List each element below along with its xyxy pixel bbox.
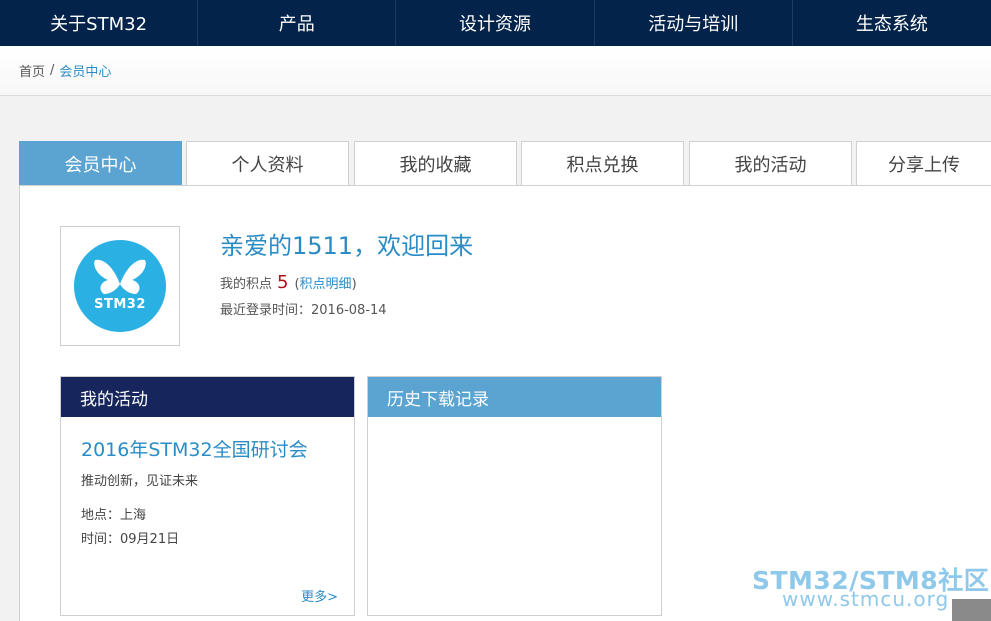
tab-profile[interactable]: 个人资料: [186, 141, 349, 186]
points-detail-link[interactable]: 积点明细: [300, 273, 352, 292]
tab-my-activities[interactable]: 我的活动: [689, 141, 852, 186]
event-subtitle: 推动创新，见证未来: [81, 474, 199, 489]
nav-item-products[interactable]: 产品: [198, 0, 397, 46]
points-label: 我的积点: [220, 277, 273, 292]
top-navigation: 关于STM32 产品 设计资源 活动与培训 生态系统: [0, 0, 991, 46]
tab-favorites[interactable]: 我的收藏: [354, 141, 517, 186]
tab-points-exchange[interactable]: 积点兑换: [521, 141, 684, 186]
my-activities-card-title: 我的活动: [61, 377, 354, 417]
breadcrumb-home-link[interactable]: 首页: [19, 61, 45, 80]
points-value: 5: [277, 272, 289, 293]
welcome-message: 亲爱的1511，欢迎回来: [220, 232, 474, 260]
breadcrumb: 首页 / 会员中心: [0, 46, 991, 96]
event-title-link[interactable]: 2016年STM32全国研讨会: [81, 435, 308, 462]
butterfly-icon: [94, 259, 146, 294]
my-activities-card: 我的活动 2016年STM32全国研讨会 推动创新，见证未来 地点：上海 时间：…: [60, 376, 355, 616]
points-paren-close: ): [351, 277, 357, 292]
avatar-text: STM32: [94, 297, 146, 312]
breadcrumb-current[interactable]: 会员中心: [59, 61, 111, 80]
download-history-card: 历史下载记录: [367, 376, 662, 616]
points-line: 我的积点 5 ( 积点明细 ): [220, 272, 357, 293]
member-tabs: 会员中心 个人资料 我的收藏 积点兑换 我的活动 分享上传: [19, 141, 991, 186]
breadcrumb-separator: /: [50, 63, 55, 78]
more-activities-link[interactable]: 更多>: [301, 586, 338, 605]
tab-share-upload[interactable]: 分享上传: [856, 141, 991, 186]
avatar: STM32: [60, 226, 180, 346]
nav-item-ecosystem[interactable]: 生态系统: [793, 0, 991, 46]
avatar-logo: STM32: [74, 240, 166, 332]
watermark-url: www.stmcu.org: [782, 587, 950, 611]
nav-item-events-training[interactable]: 活动与培训: [595, 0, 793, 46]
download-history-card-title: 历史下载记录: [368, 377, 661, 417]
last-login-time: 最近登录时间：2016-08-14: [220, 303, 387, 318]
nav-item-design-resources[interactable]: 设计资源: [396, 0, 595, 46]
event-time: 时间：09月21日: [81, 532, 180, 547]
watermark-block: [952, 599, 991, 621]
nav-item-about-stm32[interactable]: 关于STM32: [0, 0, 199, 46]
event-location: 地点：上海: [81, 508, 147, 523]
site-watermark: STM32/STM8社区 www.stmcu.org: [752, 561, 991, 621]
tab-member-center[interactable]: 会员中心: [19, 141, 182, 186]
